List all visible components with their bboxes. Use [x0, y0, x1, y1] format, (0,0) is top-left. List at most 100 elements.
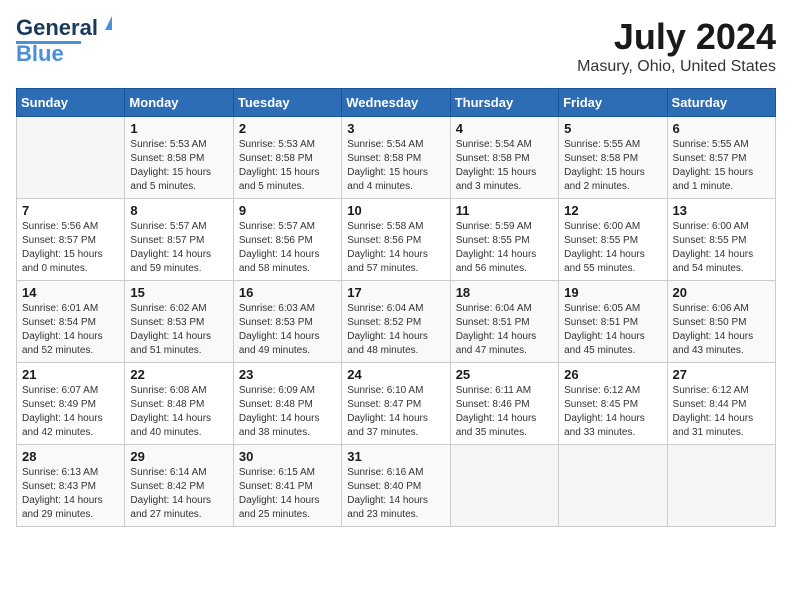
calendar-cell: 10Sunrise: 5:58 AMSunset: 8:56 PMDayligh… — [342, 199, 450, 281]
calendar-cell: 21Sunrise: 6:07 AMSunset: 8:49 PMDayligh… — [17, 363, 125, 445]
day-info: Sunrise: 6:12 AMSunset: 8:44 PMDaylight:… — [673, 384, 770, 440]
calendar-cell: 28 Sunrise: 6:13 AMSunset: 8:43 PMDayligh… — [17, 445, 125, 527]
day-number: 28 — [22, 449, 119, 464]
day-info: Sunrise: 5:54 AMSunset: 8:58 PMDaylight:… — [347, 138, 444, 194]
weekday-header-saturday: Saturday — [667, 89, 775, 117]
calendar-cell: 7Sunrise: 5:56 AMSunset: 8:57 PMDaylight… — [17, 199, 125, 281]
logo-blue: Blue — [16, 42, 64, 66]
calendar-cell: 20 Sunrise: 6:06 AMSunset: 8:50 PMDayligh… — [667, 281, 775, 363]
day-number: 23 — [239, 367, 336, 382]
calendar-cell: 1 Sunrise: 5:53 AMSunset: 8:58 PMDaylight… — [125, 117, 233, 199]
calendar-cell — [559, 445, 667, 527]
calendar-cell: 29Sunrise: 6:14 AMSunset: 8:42 PMDayligh… — [125, 445, 233, 527]
day-info: Sunrise: 6:01 AMSunset: 8:54 PMDaylight:… — [22, 302, 119, 358]
day-number: 8 — [130, 203, 227, 218]
page-header: General Blue July 2024 Masury, Ohio, Uni… — [16, 16, 776, 76]
day-number: 18 — [456, 285, 553, 300]
day-info: Sunrise: 6:05 AMSunset: 8:51 PMDaylight:… — [564, 302, 661, 358]
day-number: 25 — [456, 367, 553, 382]
day-number: 2 — [239, 121, 336, 136]
calendar-cell: 6Sunrise: 5:55 AMSunset: 8:57 PMDaylight… — [667, 117, 775, 199]
day-info: Sunrise: 6:03 AMSunset: 8:53 PMDaylight:… — [239, 302, 336, 358]
calendar-cell: 30Sunrise: 6:15 AMSunset: 8:41 PMDayligh… — [233, 445, 341, 527]
day-number: 3 — [347, 121, 444, 136]
calendar-cell: 15 Sunrise: 6:02 AMSunset: 8:53 PMDayligh… — [125, 281, 233, 363]
day-info: Sunrise: 5:55 AMSunset: 8:58 PMDaylight:… — [564, 138, 661, 194]
day-info: Sunrise: 5:53 AMSunset: 8:58 PMDaylight:… — [130, 138, 227, 194]
day-info: Sunrise: 6:06 AMSunset: 8:50 PMDaylight:… — [673, 302, 770, 358]
day-info: Sunrise: 5:54 AMSunset: 8:58 PMDaylight:… — [456, 138, 553, 194]
weekday-header-wednesday: Wednesday — [342, 89, 450, 117]
day-info: Sunrise: 6:02 AMSunset: 8:53 PMDaylight:… — [130, 302, 227, 358]
day-number: 21 — [22, 367, 119, 382]
calendar-cell — [667, 445, 775, 527]
weekday-header-sunday: Sunday — [17, 89, 125, 117]
day-info: Sunrise: 6:15 AMSunset: 8:41 PMDaylight:… — [239, 466, 336, 522]
calendar-cell: 18 Sunrise: 6:04 AMSunset: 8:51 PMDayligh… — [450, 281, 558, 363]
calendar-cell: 17Sunrise: 6:04 AMSunset: 8:52 PMDayligh… — [342, 281, 450, 363]
calendar-cell — [450, 445, 558, 527]
day-number: 15 — [130, 285, 227, 300]
week-row-2: 7Sunrise: 5:56 AMSunset: 8:57 PMDaylight… — [17, 199, 776, 281]
calendar-cell: 4 Sunrise: 5:54 AMSunset: 8:58 PMDaylight… — [450, 117, 558, 199]
day-number: 20 — [673, 285, 770, 300]
title-block: July 2024 Masury, Ohio, United States — [577, 16, 776, 76]
day-info: Sunrise: 5:57 AMSunset: 8:57 PMDaylight:… — [130, 220, 227, 276]
day-number: 4 — [456, 121, 553, 136]
calendar-cell: 11Sunrise: 5:59 AMSunset: 8:55 PMDayligh… — [450, 199, 558, 281]
day-number: 13 — [673, 203, 770, 218]
day-info: Sunrise: 6:00 AMSunset: 8:55 PMDaylight:… — [564, 220, 661, 276]
day-info: Sunrise: 6:09 AMSunset: 8:48 PMDaylight:… — [239, 384, 336, 440]
day-number: 10 — [347, 203, 444, 218]
day-info: Sunrise: 6:16 AMSunset: 8:40 PMDaylight:… — [347, 466, 444, 522]
calendar-cell: 12 Sunrise: 6:00 AMSunset: 8:55 PMDayligh… — [559, 199, 667, 281]
day-number: 22 — [130, 367, 227, 382]
calendar-cell: 24 Sunrise: 6:10 AMSunset: 8:47 PMDayligh… — [342, 363, 450, 445]
calendar-cell: 2Sunrise: 5:53 AMSunset: 8:58 PMDaylight… — [233, 117, 341, 199]
day-number: 11 — [456, 203, 553, 218]
logo: General Blue — [16, 16, 98, 66]
day-number: 16 — [239, 285, 336, 300]
day-number: 14 — [22, 285, 119, 300]
day-info: Sunrise: 6:12 AMSunset: 8:45 PMDaylight:… — [564, 384, 661, 440]
location: Masury, Ohio, United States — [577, 58, 776, 76]
day-info: Sunrise: 6:11 AMSunset: 8:46 PMDaylight:… — [456, 384, 553, 440]
calendar-cell: 25 Sunrise: 6:11 AMSunset: 8:46 PMDayligh… — [450, 363, 558, 445]
day-info: Sunrise: 5:56 AMSunset: 8:57 PMDaylight:… — [22, 220, 119, 276]
calendar-cell: 13 Sunrise: 6:00 AMSunset: 8:55 PMDayligh… — [667, 199, 775, 281]
calendar-cell: 22 Sunrise: 6:08 AMSunset: 8:48 PMDayligh… — [125, 363, 233, 445]
day-info: Sunrise: 6:08 AMSunset: 8:48 PMDaylight:… — [130, 384, 227, 440]
week-row-4: 21Sunrise: 6:07 AMSunset: 8:49 PMDayligh… — [17, 363, 776, 445]
day-number: 31 — [347, 449, 444, 464]
week-row-1: 1 Sunrise: 5:53 AMSunset: 8:58 PMDaylight… — [17, 117, 776, 199]
calendar-body: 1 Sunrise: 5:53 AMSunset: 8:58 PMDaylight… — [17, 117, 776, 527]
day-number: 1 — [130, 121, 227, 136]
day-info: Sunrise: 6:13 AMSunset: 8:43 PMDaylight:… — [22, 466, 119, 522]
logo-general: General — [16, 15, 98, 40]
calendar-cell: 8 Sunrise: 5:57 AMSunset: 8:57 PMDaylight… — [125, 199, 233, 281]
weekday-header-tuesday: Tuesday — [233, 89, 341, 117]
calendar-cell: 23 Sunrise: 6:09 AMSunset: 8:48 PMDayligh… — [233, 363, 341, 445]
calendar-cell: 14 Sunrise: 6:01 AMSunset: 8:54 PMDayligh… — [17, 281, 125, 363]
calendar-cell: 26Sunrise: 6:12 AMSunset: 8:45 PMDayligh… — [559, 363, 667, 445]
day-info: Sunrise: 6:00 AMSunset: 8:55 PMDaylight:… — [673, 220, 770, 276]
weekday-header-thursday: Thursday — [450, 89, 558, 117]
calendar-cell: 19 Sunrise: 6:05 AMSunset: 8:51 PMDayligh… — [559, 281, 667, 363]
calendar-cell: 16 Sunrise: 6:03 AMSunset: 8:53 PMDayligh… — [233, 281, 341, 363]
calendar-cell: 5Sunrise: 5:55 AMSunset: 8:58 PMDaylight… — [559, 117, 667, 199]
day-number: 9 — [239, 203, 336, 218]
day-number: 17 — [347, 285, 444, 300]
calendar-cell: 27 Sunrise: 6:12 AMSunset: 8:44 PMDayligh… — [667, 363, 775, 445]
day-number: 27 — [673, 367, 770, 382]
calendar-table: SundayMondayTuesdayWednesdayThursdayFrid… — [16, 88, 776, 527]
day-number: 12 — [564, 203, 661, 218]
day-number: 19 — [564, 285, 661, 300]
weekday-header-monday: Monday — [125, 89, 233, 117]
day-info: Sunrise: 5:57 AMSunset: 8:56 PMDaylight:… — [239, 220, 336, 276]
day-info: Sunrise: 6:10 AMSunset: 8:47 PMDaylight:… — [347, 384, 444, 440]
day-info: Sunrise: 6:04 AMSunset: 8:51 PMDaylight:… — [456, 302, 553, 358]
month-year: July 2024 — [577, 16, 776, 58]
calendar-cell — [17, 117, 125, 199]
day-number: 24 — [347, 367, 444, 382]
day-info: Sunrise: 6:14 AMSunset: 8:42 PMDaylight:… — [130, 466, 227, 522]
